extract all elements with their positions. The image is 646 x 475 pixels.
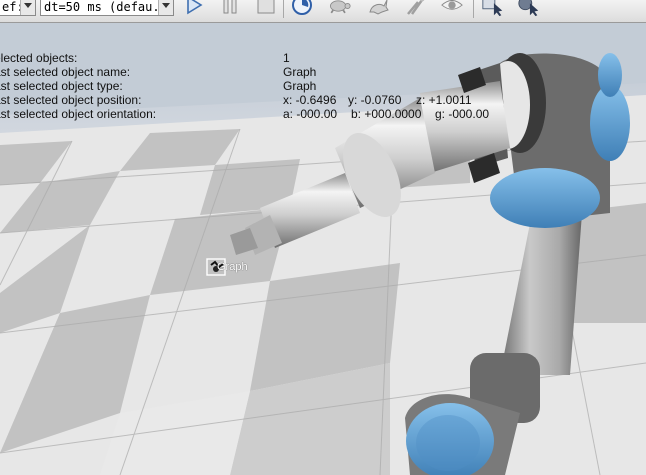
timestep-combo[interactable]: dt=50 ms (defau. (40, 0, 174, 16)
info-value: Graph (283, 79, 317, 93)
thread-icon[interactable] (404, 0, 428, 18)
info-row-name: ast selected object name: Graph (0, 65, 520, 79)
info-row-position: ast selected object position: x: -0.6496… (0, 93, 520, 107)
graph-object-label: Graph (217, 261, 248, 273)
info-value: Graph (283, 65, 317, 79)
selection-info-panel: elected objects: 1 ast selected object n… (0, 51, 520, 121)
info-label: ast selected object position: (0, 93, 142, 107)
info-label: elected objects: (0, 51, 78, 65)
turtle-icon[interactable] (327, 0, 351, 18)
info-row-selected-count: elected objects: 1 (0, 51, 520, 65)
toolbar-separator (283, 0, 284, 18)
info-label: ast selected object name: (0, 65, 131, 79)
toolbar-separator (473, 0, 474, 18)
chevron-down-icon (158, 0, 173, 15)
rabbit-icon[interactable] (366, 0, 390, 18)
info-label: ast selected object type: (0, 79, 123, 93)
chevron-down-icon (20, 0, 35, 15)
stop-icon[interactable] (254, 0, 278, 18)
pause-icon[interactable] (218, 0, 242, 18)
info-row-type: ast selected object type: Graph (0, 79, 520, 93)
play-icon[interactable] (182, 0, 206, 18)
orientation-g: g: -000.00 (435, 107, 490, 121)
timestep-combo-value: dt=50 ms (defau. (44, 0, 160, 14)
realtime-icon[interactable] (290, 0, 314, 18)
position-x: x: -0.6496 (283, 93, 337, 107)
orientation-a: a: -000.00 (283, 107, 338, 121)
shape-select-icon[interactable] (517, 0, 541, 18)
position-z: z: +1.0011 (416, 93, 472, 107)
info-value: 1 (283, 51, 290, 65)
3d-viewport[interactable]: Graph elected objects: 1 ast selected ob… (0, 23, 646, 475)
eye-icon[interactable] (440, 0, 464, 18)
engine-combo[interactable]: ef: (0, 0, 36, 16)
simulation-toolbar: ef: dt=50 ms (defau. (0, 0, 646, 23)
position-y: y: -0.0760 (348, 93, 402, 107)
info-row-orientation: ast selected object orientation: a: -000… (0, 107, 520, 121)
info-label: ast selected object orientation: (0, 107, 157, 121)
object-select-icon[interactable] (481, 0, 505, 18)
orientation-b: b: +000.0000 (351, 107, 422, 121)
